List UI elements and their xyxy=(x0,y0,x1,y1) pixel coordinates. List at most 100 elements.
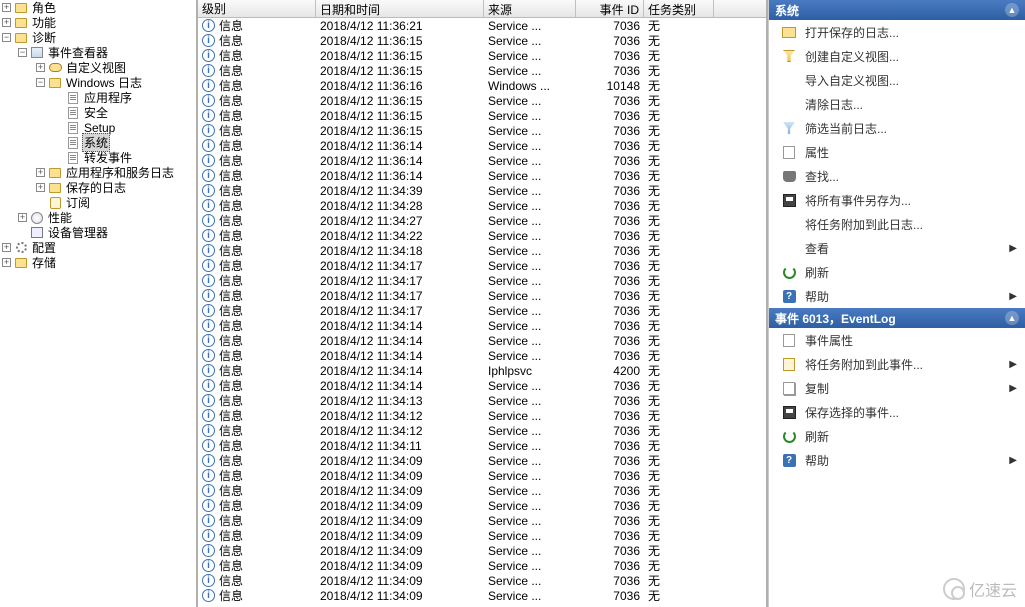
tree-item[interactable]: +存储 xyxy=(0,255,196,270)
table-row[interactable]: i信息2018/4/12 11:34:09Service ...7036无 xyxy=(198,558,766,573)
action-item[interactable]: 查找... xyxy=(769,164,1025,188)
table-row[interactable]: i信息2018/4/12 11:34:17Service ...7036无 xyxy=(198,273,766,288)
cell-date: 2018/4/12 11:34:09 xyxy=(316,499,484,513)
table-row[interactable]: i信息2018/4/12 11:36:15Service ...7036无 xyxy=(198,93,766,108)
table-row[interactable]: i信息2018/4/12 11:34:17Service ...7036无 xyxy=(198,288,766,303)
table-row[interactable]: i信息2018/4/12 11:36:15Service ...7036无 xyxy=(198,63,766,78)
action-item[interactable]: ?帮助▶ xyxy=(769,448,1025,472)
tree-item[interactable]: −Windows 日志 xyxy=(0,75,196,90)
table-row[interactable]: i信息2018/4/12 11:34:09Service ...7036无 xyxy=(198,543,766,558)
action-item[interactable]: 创建自定义视图... xyxy=(769,44,1025,68)
table-row[interactable]: i信息2018/4/12 11:34:28Service ...7036无 xyxy=(198,198,766,213)
col-header-task[interactable]: 任务类别 xyxy=(644,0,714,17)
tree-item[interactable]: +角色 xyxy=(0,0,196,15)
table-row[interactable]: i信息2018/4/12 11:36:14Service ...7036无 xyxy=(198,153,766,168)
table-row[interactable]: i信息2018/4/12 11:34:14Service ...7036无 xyxy=(198,333,766,348)
col-header-id[interactable]: 事件 ID xyxy=(576,0,644,17)
tree-item[interactable]: +应用程序和服务日志 xyxy=(0,165,196,180)
collapse-icon[interactable]: ▲ xyxy=(1005,3,1019,17)
tree-item[interactable]: +保存的日志 xyxy=(0,180,196,195)
expander-icon[interactable]: − xyxy=(18,48,27,57)
action-item[interactable]: 刷新 xyxy=(769,424,1025,448)
tree-item[interactable]: −诊断 xyxy=(0,30,196,45)
tree-item[interactable]: 安全 xyxy=(0,105,196,120)
action-item[interactable]: 导入自定义视图... xyxy=(769,68,1025,92)
action-item[interactable]: 筛选当前日志... xyxy=(769,116,1025,140)
action-item[interactable]: 清除日志... xyxy=(769,92,1025,116)
table-row[interactable]: i信息2018/4/12 11:34:18Service ...7036无 xyxy=(198,243,766,258)
tree-item[interactable]: 订阅 xyxy=(0,195,196,210)
action-item[interactable]: 查看▶ xyxy=(769,236,1025,260)
table-row[interactable]: i信息2018/4/12 11:36:15Service ...7036无 xyxy=(198,33,766,48)
table-row[interactable]: i信息2018/4/12 11:34:14Iphlpsvc4200无 xyxy=(198,363,766,378)
table-row[interactable]: i信息2018/4/12 11:34:39Service ...7036无 xyxy=(198,183,766,198)
table-row[interactable]: i信息2018/4/12 11:34:14Service ...7036无 xyxy=(198,318,766,333)
table-row[interactable]: i信息2018/4/12 11:34:09Service ...7036无 xyxy=(198,513,766,528)
tree-item[interactable]: −事件查看器 xyxy=(0,45,196,60)
table-row[interactable]: i信息2018/4/12 11:34:11Service ...7036无 xyxy=(198,438,766,453)
expander-icon[interactable]: + xyxy=(2,3,11,12)
action-item[interactable]: 打开保存的日志... xyxy=(769,20,1025,44)
table-row[interactable]: i信息2018/4/12 11:34:22Service ...7036无 xyxy=(198,228,766,243)
tree-item[interactable]: 转发事件 xyxy=(0,150,196,165)
table-row[interactable]: i信息2018/4/12 11:34:12Service ...7036无 xyxy=(198,423,766,438)
table-row[interactable]: i信息2018/4/12 11:36:15Service ...7036无 xyxy=(198,108,766,123)
action-item[interactable]: 将任务附加到此日志... xyxy=(769,212,1025,236)
action-item[interactable]: 将任务附加到此事件...▶ xyxy=(769,352,1025,376)
table-row[interactable]: i信息2018/4/12 11:36:15Service ...7036无 xyxy=(198,48,766,63)
col-header-source[interactable]: 来源 xyxy=(484,0,576,17)
table-row[interactable]: i信息2018/4/12 11:36:14Service ...7036无 xyxy=(198,138,766,153)
action-item[interactable]: ?帮助▶ xyxy=(769,284,1025,308)
expander-icon[interactable]: − xyxy=(2,33,11,42)
folder-icon xyxy=(14,16,28,30)
table-row[interactable]: i信息2018/4/12 11:34:14Service ...7036无 xyxy=(198,378,766,393)
tree-panel[interactable]: +角色+功能−诊断−事件查看器+自定义视图−Windows 日志应用程序安全Se… xyxy=(0,0,198,607)
table-row[interactable]: i信息2018/4/12 11:34:17Service ...7036无 xyxy=(198,303,766,318)
action-item[interactable]: 事件属性 xyxy=(769,328,1025,352)
table-row[interactable]: i信息2018/4/12 11:34:09Service ...7036无 xyxy=(198,588,766,603)
table-row[interactable]: i信息2018/4/12 11:34:09Service ...7036无 xyxy=(198,453,766,468)
table-row[interactable]: i信息2018/4/12 11:34:13Service ...7036无 xyxy=(198,393,766,408)
collapse-icon[interactable]: ▲ xyxy=(1005,311,1019,325)
expander-icon[interactable]: + xyxy=(36,63,45,72)
table-row[interactable]: i信息2018/4/12 11:34:14Service ...7036无 xyxy=(198,348,766,363)
expander-icon[interactable]: + xyxy=(36,168,45,177)
table-row[interactable]: i信息2018/4/12 11:34:17Service ...7036无 xyxy=(198,258,766,273)
expander-icon[interactable]: + xyxy=(2,258,11,267)
expander-icon[interactable]: + xyxy=(2,243,11,252)
table-row[interactable]: i信息2018/4/12 11:34:09Service ...7036无 xyxy=(198,468,766,483)
event-list[interactable]: i信息2018/4/12 11:36:21Service ...7036无i信息… xyxy=(198,18,766,607)
table-row[interactable]: i信息2018/4/12 11:36:21Service ...7036无 xyxy=(198,18,766,33)
cell-date: 2018/4/12 11:34:17 xyxy=(316,304,484,318)
table-row[interactable]: i信息2018/4/12 11:34:09Service ...7036无 xyxy=(198,573,766,588)
expander-icon[interactable]: + xyxy=(2,18,11,27)
expander-icon[interactable]: + xyxy=(36,183,45,192)
action-header-system[interactable]: 系统 ▲ xyxy=(769,0,1025,20)
tree-item[interactable]: +功能 xyxy=(0,15,196,30)
table-row[interactable]: i信息2018/4/12 11:36:15Service ...7036无 xyxy=(198,123,766,138)
table-row[interactable]: i信息2018/4/12 11:34:09Service ...7036无 xyxy=(198,483,766,498)
col-header-level[interactable]: 级别 xyxy=(198,0,316,17)
cell-date: 2018/4/12 11:34:09 xyxy=(316,589,484,603)
tree-item[interactable]: 设备管理器 xyxy=(0,225,196,240)
tree-item[interactable]: +自定义视图 xyxy=(0,60,196,75)
table-row[interactable]: i信息2018/4/12 11:34:09Service ...7036无 xyxy=(198,528,766,543)
action-item[interactable]: 保存选择的事件... xyxy=(769,400,1025,424)
action-item[interactable]: 刷新 xyxy=(769,260,1025,284)
tree-item[interactable]: +性能 xyxy=(0,210,196,225)
action-item[interactable]: 将所有事件另存为... xyxy=(769,188,1025,212)
table-row[interactable]: i信息2018/4/12 11:36:14Service ...7036无 xyxy=(198,168,766,183)
table-row[interactable]: i信息2018/4/12 11:34:09Service ...7036无 xyxy=(198,498,766,513)
expander-icon[interactable]: − xyxy=(36,78,45,87)
expander-icon[interactable]: + xyxy=(18,213,27,222)
action-header-event[interactable]: 事件 6013，EventLog ▲ xyxy=(769,308,1025,328)
tree-item[interactable]: +配置 xyxy=(0,240,196,255)
action-item[interactable]: 属性 xyxy=(769,140,1025,164)
tree-item[interactable]: 系统 xyxy=(0,135,196,150)
table-row[interactable]: i信息2018/4/12 11:34:27Service ...7036无 xyxy=(198,213,766,228)
action-item[interactable]: 复制▶ xyxy=(769,376,1025,400)
table-row[interactable]: i信息2018/4/12 11:34:12Service ...7036无 xyxy=(198,408,766,423)
tree-item[interactable]: 应用程序 xyxy=(0,90,196,105)
table-row[interactable]: i信息2018/4/12 11:36:16Windows ...10148无 xyxy=(198,78,766,93)
col-header-date[interactable]: 日期和时间 xyxy=(316,0,484,17)
